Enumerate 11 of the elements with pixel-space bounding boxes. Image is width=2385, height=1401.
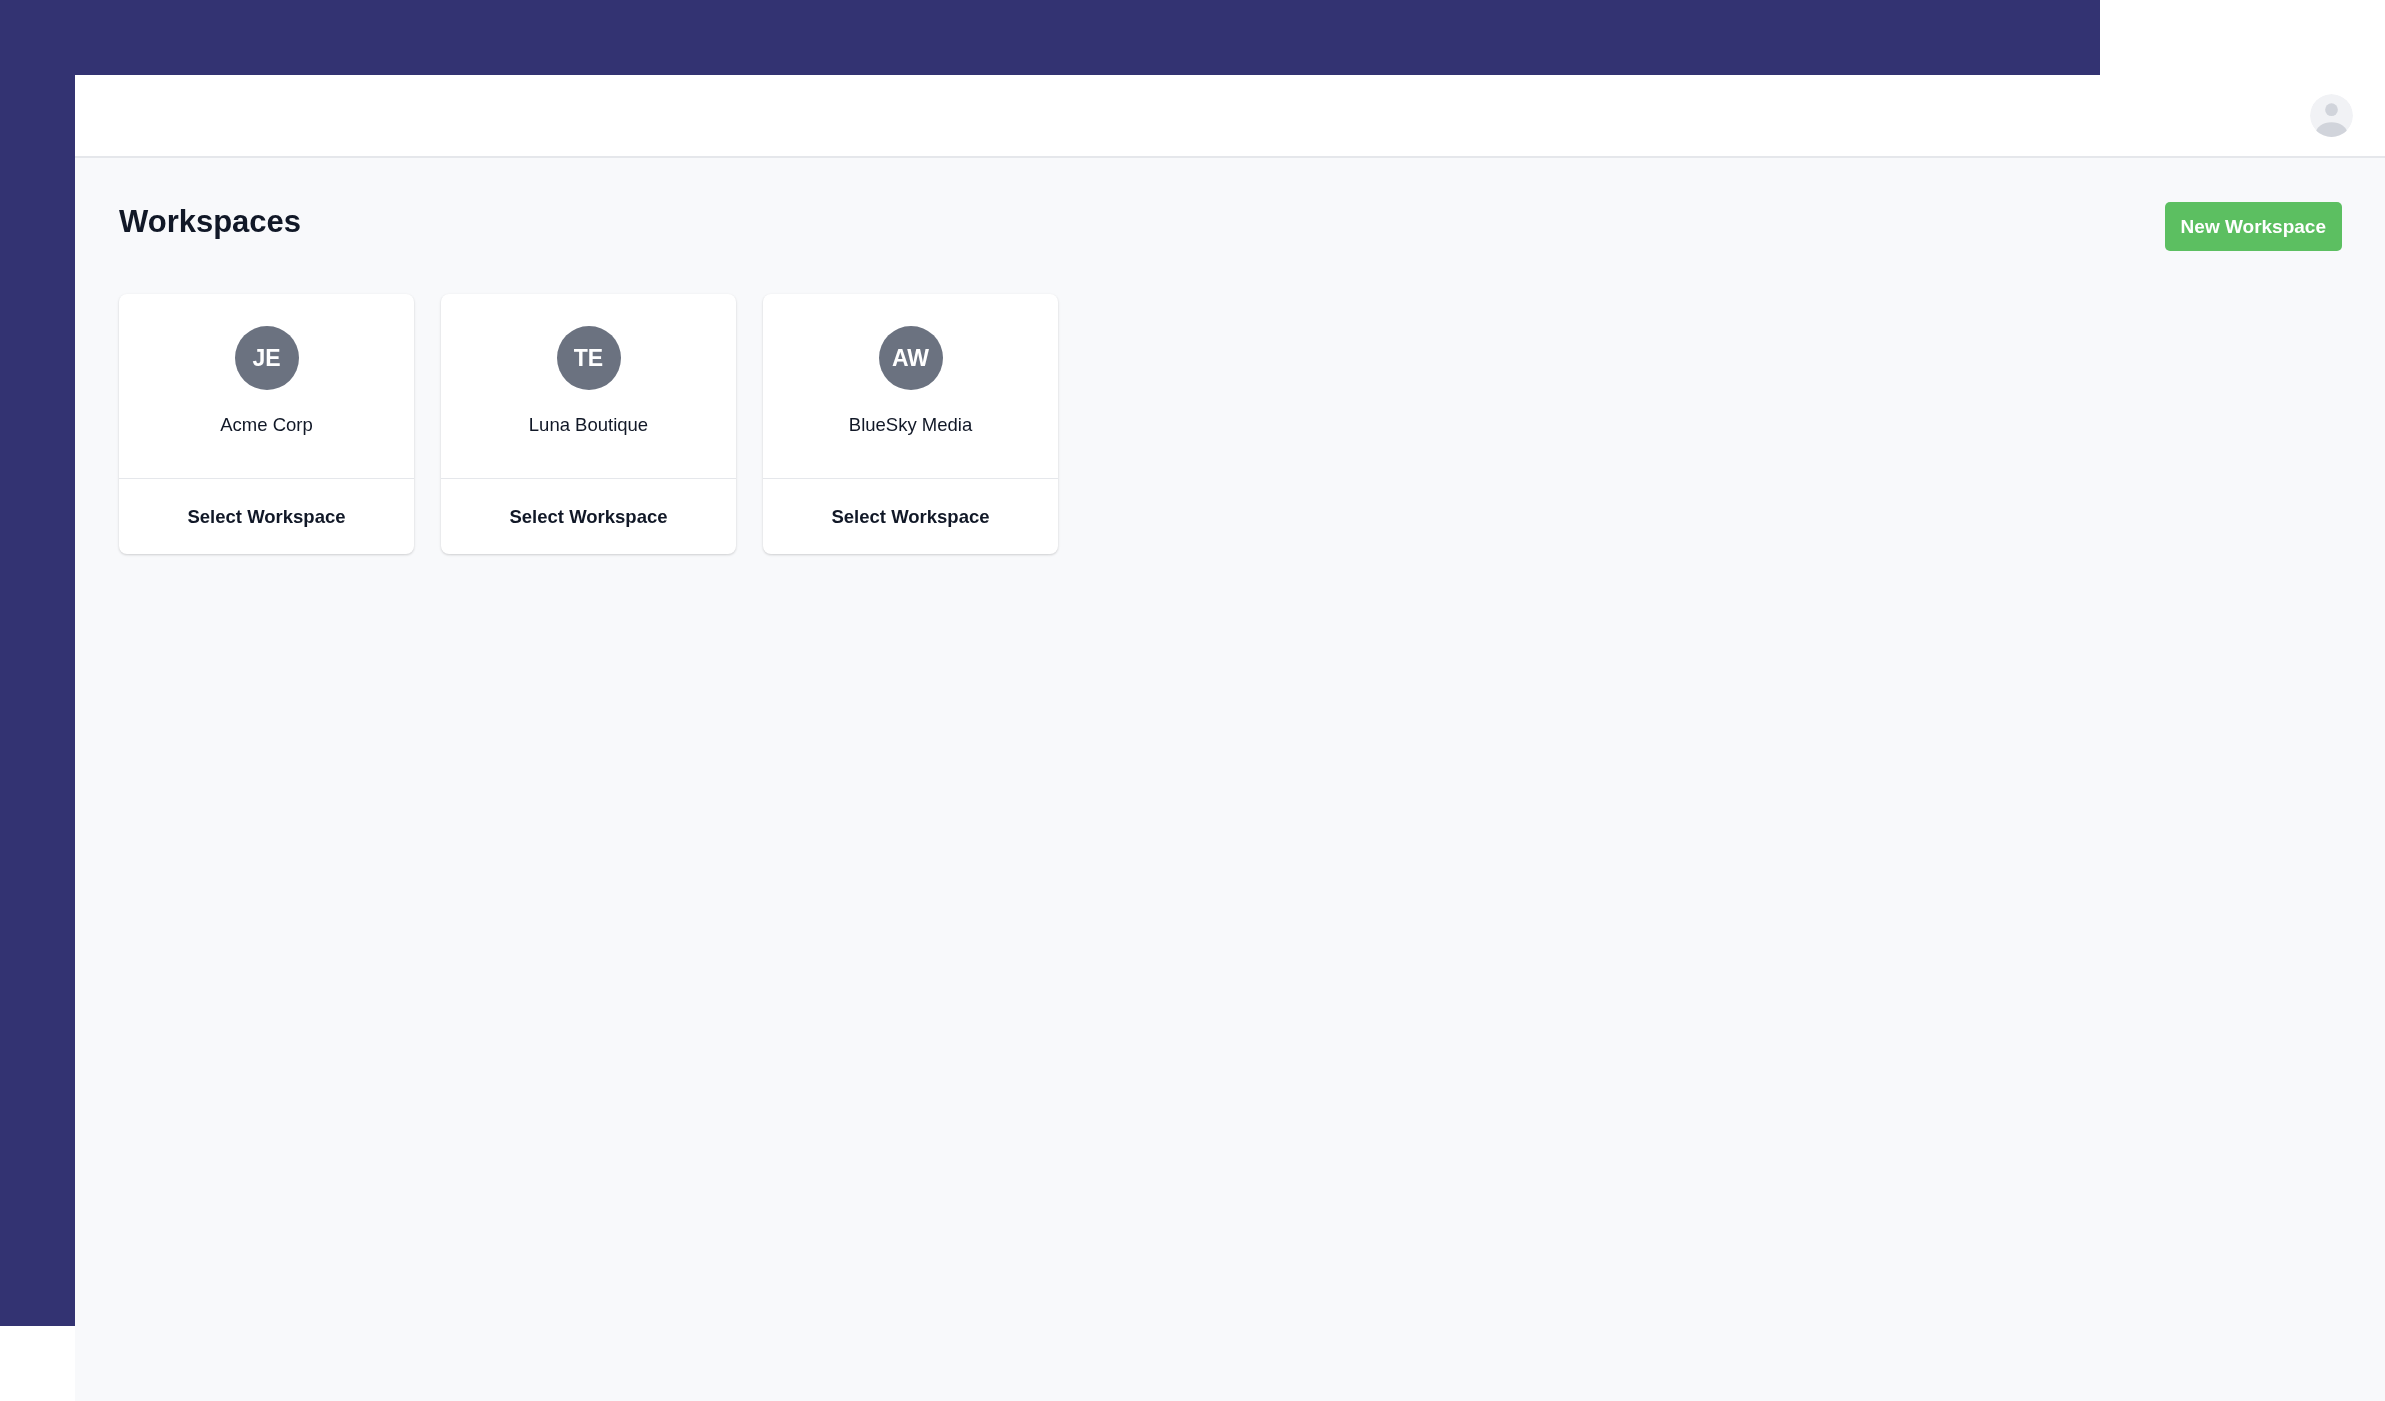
page-title: Workspaces (119, 203, 302, 241)
initials-avatar: AW (878, 326, 943, 390)
select-workspace-button[interactable]: Select Workspace (441, 479, 736, 554)
user-avatar-icon[interactable] (2310, 94, 2353, 137)
workspace-name: Luna Boutique (528, 413, 649, 437)
initials-avatar: JE (234, 326, 299, 390)
initials-avatar: TE (556, 326, 621, 390)
workspace-name: Acme Corp (220, 413, 313, 437)
select-workspace-button[interactable]: Select Workspace (119, 479, 414, 554)
workspace-name: BlueSky Media (848, 413, 973, 437)
select-workspace-button[interactable]: Select Workspace (763, 479, 1058, 554)
